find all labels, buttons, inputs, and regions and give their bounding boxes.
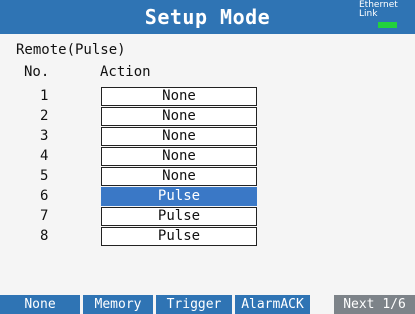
action-field-6-selected[interactable]: Pulse bbox=[101, 187, 257, 206]
softkey-none[interactable]: None bbox=[0, 295, 80, 314]
softkey-alarmack[interactable]: AlarmACK bbox=[235, 295, 310, 314]
row-number: 8 bbox=[40, 228, 49, 244]
row-number: 7 bbox=[40, 208, 49, 224]
row-number: 6 bbox=[40, 188, 49, 204]
softkey-memory[interactable]: Memory bbox=[83, 295, 153, 314]
column-header-no: No. bbox=[24, 64, 50, 80]
action-field-7[interactable]: Pulse bbox=[101, 207, 257, 226]
row-number: 1 bbox=[40, 88, 49, 104]
section-title: Remote(Pulse) bbox=[16, 42, 126, 58]
action-field-1[interactable]: None bbox=[101, 87, 257, 106]
title-bar: Setup Mode Ethernet Link bbox=[0, 0, 415, 34]
row-number: 2 bbox=[40, 108, 49, 124]
action-field-5[interactable]: None bbox=[101, 167, 257, 186]
page-title: Setup Mode bbox=[144, 5, 271, 29]
action-field-8[interactable]: Pulse bbox=[101, 227, 257, 246]
ethernet-status: Ethernet Link bbox=[359, 1, 411, 28]
link-led-icon bbox=[378, 22, 397, 28]
row-number: 5 bbox=[40, 168, 49, 184]
remote-pulse-panel: Remote(Pulse) No. Action 1 None 2 None 3… bbox=[0, 34, 415, 295]
action-field-2[interactable]: None bbox=[101, 107, 257, 126]
action-field-3[interactable]: None bbox=[101, 127, 257, 146]
action-field-4[interactable]: None bbox=[101, 147, 257, 166]
softkey-bar: None Memory Trigger AlarmACK Next 1/6 bbox=[0, 295, 415, 314]
softkey-trigger[interactable]: Trigger bbox=[156, 295, 232, 314]
link-label: Link bbox=[359, 9, 378, 19]
softkey-next[interactable]: Next 1/6 bbox=[334, 295, 415, 314]
column-header-action: Action bbox=[100, 64, 151, 80]
row-number: 3 bbox=[40, 128, 49, 144]
row-number: 4 bbox=[40, 148, 49, 164]
